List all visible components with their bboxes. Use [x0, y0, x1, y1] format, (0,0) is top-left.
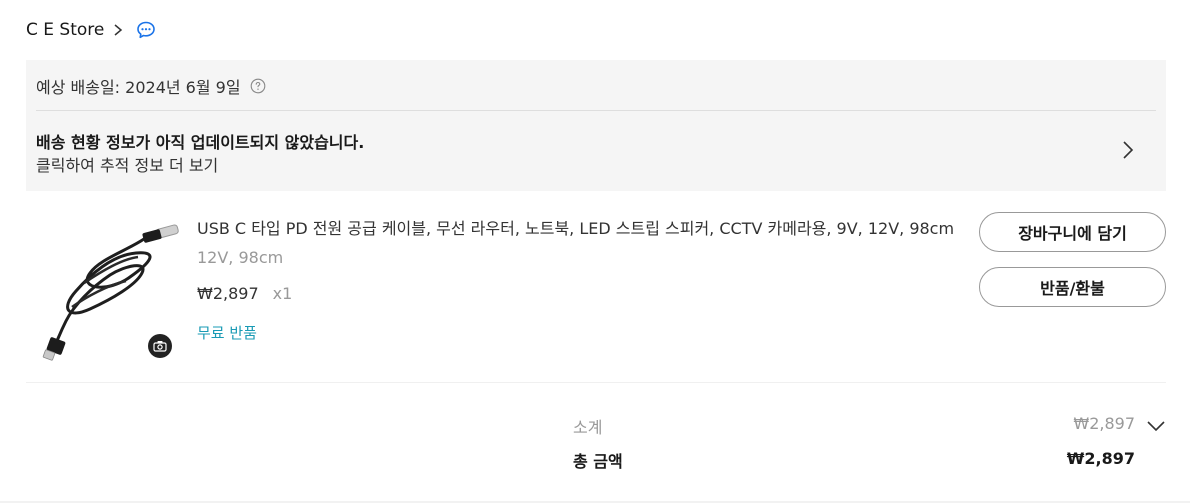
add-to-cart-button[interactable]: 장바구니에 담기	[979, 212, 1166, 252]
chat-bubble-icon[interactable]	[136, 20, 156, 40]
shipping-panel: 예상 배송일: 2024년 6월 9일 배송 현황 정보가 아직 업데이트되지 …	[26, 60, 1166, 191]
camera-icon	[153, 341, 167, 352]
store-name-link[interactable]: C E Store	[26, 20, 104, 40]
tracking-more-link[interactable]: 클릭하여 추적 정보 더 보기	[36, 152, 218, 176]
item-quantity: x1	[272, 284, 293, 303]
tracking-status-title: 배송 현황 정보가 아직 업데이트되지 않았습니다.	[36, 133, 365, 152]
return-refund-button[interactable]: 반품/환불	[979, 267, 1166, 307]
free-return-badge: 무료 반품	[197, 324, 257, 342]
estimated-delivery-text: 예상 배송일: 2024년 6월 9일	[36, 78, 241, 97]
order-summary: 소계 ₩2,897 총 금액 ₩2,897	[0, 383, 1190, 503]
order-item: USB C 타입 PD 전원 공급 케이블, 무선 라우터, 노트북, LED …	[26, 191, 1166, 382]
question-circle-icon[interactable]	[250, 78, 266, 94]
product-title-link[interactable]: USB C 타입 PD 전원 공급 케이블, 무선 라우터, 노트북, LED …	[197, 215, 977, 239]
product-variant: 12V, 98cm	[197, 248, 284, 267]
chevron-down-icon[interactable]	[1146, 420, 1166, 432]
total-label: 총 금액	[573, 452, 623, 471]
price-row: ₩2,897 x1	[197, 284, 292, 303]
subtotal-label: 소계	[573, 418, 603, 437]
estimated-delivery: 예상 배송일: 2024년 6월 9일	[36, 74, 266, 98]
subtotal-value: ₩2,897	[1073, 414, 1135, 433]
chevron-right-icon[interactable]	[112, 23, 124, 37]
item-price: ₩2,897	[197, 284, 259, 303]
tracking-info-row[interactable]: 배송 현황 정보가 아직 업데이트되지 않았습니다. 클릭하여 추적 정보 더 …	[26, 111, 1166, 191]
store-header: C E Store	[26, 17, 156, 43]
camera-button[interactable]	[148, 334, 172, 358]
chevron-right-icon[interactable]	[1122, 140, 1134, 160]
total-value: ₩2,897	[1066, 449, 1135, 468]
